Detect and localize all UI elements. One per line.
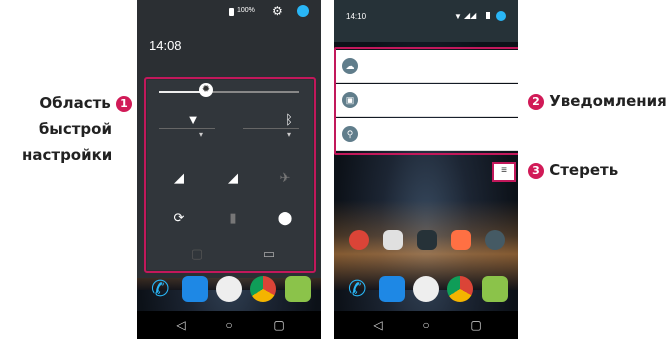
music-app-icon[interactable]	[485, 230, 505, 250]
back-icon[interactable]: ◁	[173, 317, 189, 333]
phone-app-icon[interactable]: ✆	[344, 276, 370, 302]
callout-quick-settings-line2: быстрой	[38, 120, 112, 138]
status-bar: 100% ⚙	[137, 0, 321, 22]
chrome-app-icon[interactable]	[250, 276, 277, 302]
callout-clear: 3 Стереть	[528, 157, 618, 183]
home-app-row	[342, 230, 512, 254]
callout-number-1: 1	[116, 95, 132, 112]
home-icon[interactable]: ○	[418, 317, 434, 333]
home-icon[interactable]: ○	[221, 317, 237, 333]
chrome-app-icon[interactable]	[447, 276, 474, 302]
signal-status-icon: ◢◢	[464, 11, 477, 20]
callout-number-2: 2	[528, 93, 544, 110]
callout-clear-label: Стереть	[549, 161, 619, 179]
nav-bar: ◁ ○ ▢	[334, 311, 518, 339]
settings-gear-icon[interactable]: ⚙	[272, 4, 283, 18]
quick-settings-highlight	[144, 77, 316, 273]
messaging-app-icon[interactable]	[284, 276, 311, 302]
callout-quick-settings: Область 1 быстрой настройки	[22, 90, 132, 168]
battery-icon	[229, 8, 234, 16]
camera-app-icon[interactable]	[417, 230, 437, 250]
messaging-app-icon[interactable]	[481, 276, 508, 302]
battery-percent: 100%	[237, 7, 255, 14]
callout-quick-settings-line3: настройки	[22, 146, 113, 164]
phone-right: 14:10 ▼ ◢◢ ☁ ▣ ⚲ ≡ ✆ ◁ ○ ▢	[334, 0, 518, 339]
contacts-app-icon[interactable]	[378, 276, 405, 302]
callout-quick-settings-line1: Область	[39, 94, 111, 112]
callout-number-3: 3	[528, 162, 544, 179]
app-drawer-icon[interactable]	[412, 276, 439, 302]
phone-left: 100% ⚙ 14:08 ✹ ▼ ▾ ᛒ ▾ ◢ ◢ ✈ ⟳ ▮ ⬤ ▢ ▭ ✆…	[137, 0, 321, 339]
wifi-status-icon: ▼	[454, 12, 462, 21]
status-header: 14:10 ▼ ◢◢	[334, 0, 518, 42]
app-dock: ✆	[340, 271, 512, 307]
gallery-app-icon[interactable]	[451, 230, 471, 250]
nav-bar: ◁ ○ ▢	[137, 311, 321, 339]
recents-icon[interactable]: ▢	[468, 317, 484, 333]
recents-icon[interactable]: ▢	[271, 317, 287, 333]
app-dock: ✆	[143, 271, 315, 307]
contacts-app-icon[interactable]	[181, 276, 208, 302]
profile-status-icon[interactable]	[496, 11, 506, 21]
app-drawer-icon[interactable]	[215, 276, 242, 302]
clear-all-button[interactable]: ≡	[492, 162, 516, 182]
profile-icon[interactable]	[297, 5, 309, 17]
status-time: 14:10	[346, 12, 367, 21]
play-store-icon[interactable]	[383, 230, 403, 250]
phone-app-icon[interactable]: ✆	[147, 276, 173, 302]
google-app-icon[interactable]	[349, 230, 369, 250]
shade-time: 14:08	[149, 38, 182, 53]
callout-notifications: 2 Уведомления	[528, 88, 667, 114]
battery-status-icon	[486, 12, 490, 19]
notifications-highlight	[334, 47, 518, 155]
callout-notifications-label: Уведомления	[549, 92, 667, 110]
back-icon[interactable]: ◁	[370, 317, 386, 333]
